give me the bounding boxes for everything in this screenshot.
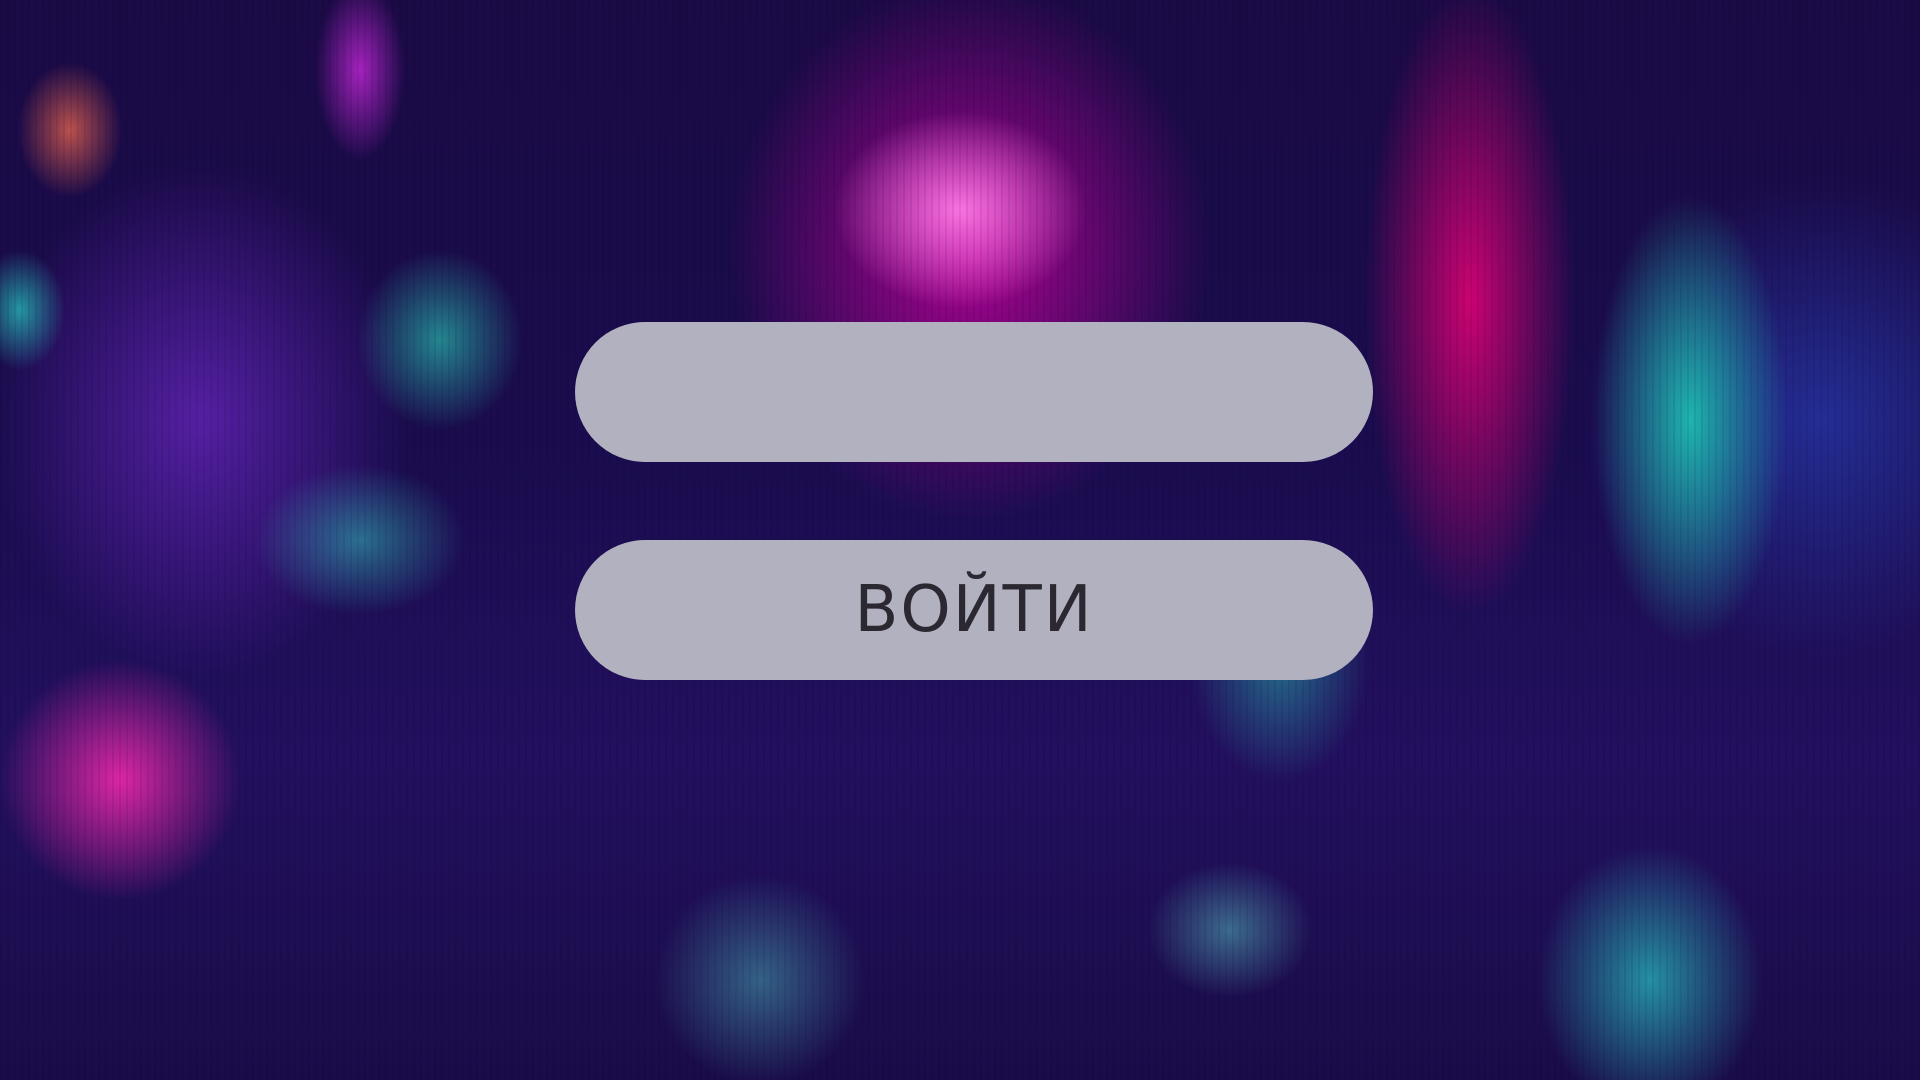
- login-form: ВОЙТИ: [575, 322, 1373, 680]
- login-input[interactable]: [575, 322, 1373, 462]
- login-button[interactable]: ВОЙТИ: [575, 540, 1373, 680]
